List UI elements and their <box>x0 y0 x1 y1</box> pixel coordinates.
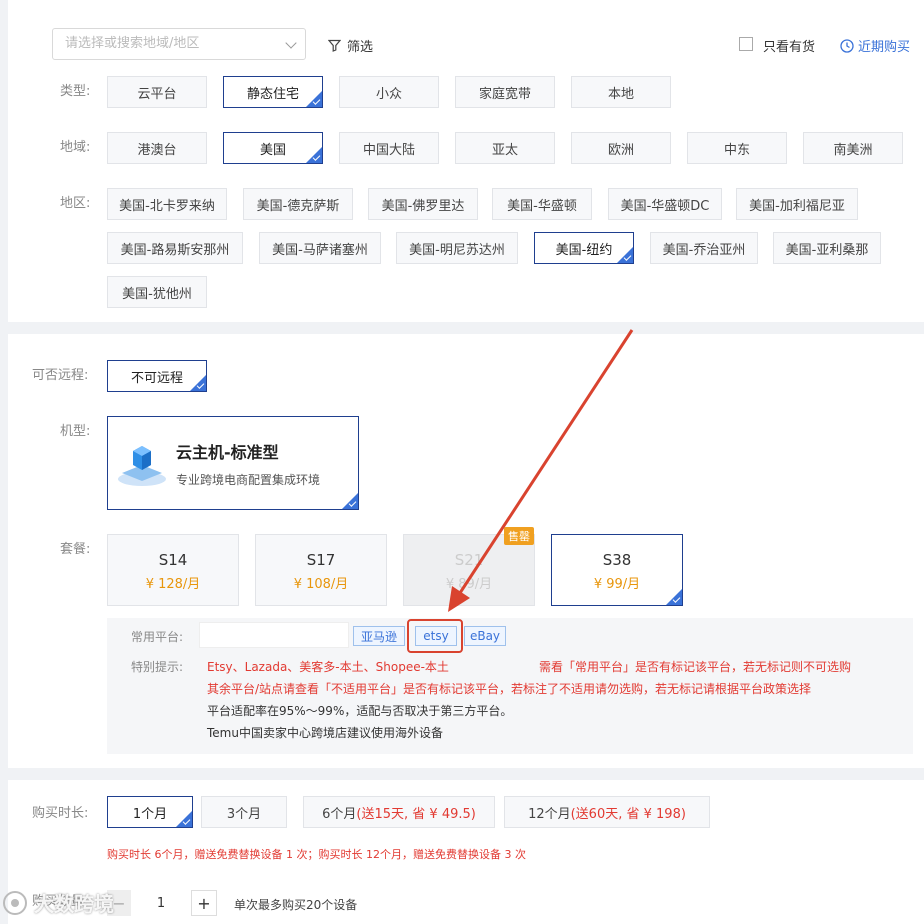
area-option[interactable]: 美国-加利福尼亚 <box>736 188 858 220</box>
quantity-input[interactable]: 1 <box>133 890 189 916</box>
type-option[interactable]: 本地 <box>571 76 671 108</box>
plan-card[interactable]: S17 ¥ 108/月 <box>255 534 387 606</box>
platform-tag-amazon[interactable]: 亚马逊 <box>353 626 405 646</box>
duration-bonus: (送60天, 省 ¥ 198) <box>570 806 686 822</box>
plan-card[interactable]: S38 ¥ 99/月 <box>551 534 683 606</box>
plan-price: ¥ 89/月 <box>445 577 493 592</box>
duration-text: 6个月 <box>322 806 357 822</box>
tip-line3: 平台适配率在95%～99%，适配与否取决于第三方平台。 <box>207 704 513 718</box>
area-option[interactable]: 美国-亚利桑那 <box>773 232 881 264</box>
clock-icon <box>840 38 854 53</box>
platform-field <box>199 622 349 648</box>
area-option[interactable]: 美国-佛罗里达 <box>368 188 478 220</box>
watermark-text: 大数跨境 <box>34 892 114 916</box>
recent-label: 近期购买 <box>858 40 911 55</box>
tip-label: 特别提示: <box>131 660 184 674</box>
quantity-hint: 单次最多购买20个设备 <box>234 898 358 912</box>
region-search-select[interactable]: 请选择或搜索地域/地区 <box>52 28 306 60</box>
in-stock-checkbox[interactable] <box>739 37 753 51</box>
duration-label: 购买时长: <box>32 806 89 821</box>
type-option[interactable]: 小众 <box>339 76 439 108</box>
area-option[interactable]: 美国-明尼苏达州 <box>396 232 518 264</box>
plan-price: ¥ 99/月 <box>593 577 641 592</box>
region-label: 地域: <box>60 140 91 155</box>
region-option[interactable]: 南美洲 <box>803 132 903 164</box>
remote-label: 可否远程: <box>32 368 89 383</box>
search-placeholder: 请选择或搜索地域/地区 <box>65 36 200 51</box>
watermark: 大数跨境 <box>2 888 114 917</box>
region-option[interactable]: 亚太 <box>455 132 555 164</box>
region-option[interactable]: 中国大陆 <box>339 132 439 164</box>
area-option[interactable]: 美国-北卡罗来纳 <box>107 188 227 220</box>
duration-option[interactable]: 12个月 (送60天, 省 ¥ 198) <box>504 796 710 828</box>
recent-purchase-link[interactable]: 近期购买 <box>840 36 910 55</box>
tip-line4: Temu中国卖家中心跨境店建议使用海外设备 <box>207 726 443 740</box>
model-card[interactable]: 云主机-标准型 专业跨境电商配置集成环境 <box>107 416 359 510</box>
in-stock-label: 只看有货 <box>763 40 816 55</box>
area-option[interactable]: 美国-华盛顿 <box>492 188 592 220</box>
duration-text: 3个月 <box>226 806 262 822</box>
duration-bonus: (送15天, 省 ¥ 49.5) <box>356 806 476 822</box>
area-label: 地区: <box>60 196 91 211</box>
purchase-panel: 购买时长: 1个月 3个月 6个月 (送15天, 省 ¥ 49.5) 12个月 (送60天… <box>8 780 924 924</box>
type-option[interactable]: 云平台 <box>107 76 207 108</box>
plan-code: S21 <box>454 551 484 569</box>
region-option[interactable]: 欧洲 <box>571 132 671 164</box>
remote-option[interactable]: 不可远程 <box>107 360 207 392</box>
area-option[interactable]: 美国-路易斯安那州 <box>107 232 243 264</box>
plan-code: S17 <box>306 551 336 569</box>
duration-text: 12个月 <box>528 806 571 822</box>
funnel-icon <box>328 39 341 52</box>
location-panel: 请选择或搜索地域/地区 筛选 只看有货 近期购买 类型: 云平台 静态住宅 小众 家庭… <box>8 0 924 322</box>
duration-option[interactable]: 6个月 (送15天, 省 ¥ 49.5) <box>303 796 495 828</box>
filter-button[interactable]: 筛选 <box>328 36 373 55</box>
area-option[interactable]: 美国-乔治亚州 <box>650 232 758 264</box>
watermark-logo-icon <box>3 890 27 915</box>
tip-line2: 其余平台/站点请查看「不适用平台」是否有标记该平台，若标注了不适用请勿选购，若无… <box>207 682 812 696</box>
duration-option[interactable]: 3个月 <box>201 796 287 828</box>
model-label: 机型: <box>60 424 91 439</box>
region-option[interactable]: 中东 <box>687 132 787 164</box>
duration-note: 购买时长 6个月，赠送免费替换设备 1 次；购买时长 12个月，赠送免费替换设备… <box>107 848 526 861</box>
model-desc: 专业跨境电商配置集成环境 <box>176 472 321 487</box>
quantity-plus-button[interactable]: + <box>191 890 217 916</box>
platform-box: 常用平台: 亚马逊 etsy eBay 特别提示: Etsy、Lazada、美客… <box>107 618 913 754</box>
area-option[interactable]: 美国-犹他州 <box>107 276 207 308</box>
plan-code: S38 <box>602 551 632 569</box>
region-option[interactable]: 美国 <box>223 132 323 164</box>
platform-tag-ebay[interactable]: eBay <box>464 626 506 646</box>
plan-code: S14 <box>158 551 188 569</box>
chevron-down-icon <box>285 37 297 49</box>
plan-price: ¥ 108/月 <box>293 577 349 592</box>
plan-label: 套餐: <box>60 542 91 557</box>
type-option[interactable]: 静态住宅 <box>223 76 323 108</box>
plan-card[interactable]: S14 ¥ 128/月 <box>107 534 239 606</box>
cloud-server-icon <box>118 446 166 486</box>
plan-card: S21 ¥ 89/月 售罄 <box>403 527 535 606</box>
region-option[interactable]: 港澳台 <box>107 132 207 164</box>
sold-out-badge: 售罄 <box>504 527 534 545</box>
type-label: 类型: <box>60 84 91 99</box>
tip-line1-red: Etsy、Lazada、美客多-本土、Shopee-本土 <box>207 660 449 674</box>
area-option[interactable]: 美国-纽约 <box>534 232 634 264</box>
area-option[interactable]: 美国-华盛顿DC <box>608 188 722 220</box>
type-option[interactable]: 家庭宽带 <box>455 76 555 108</box>
area-option[interactable]: 美国-德克萨斯 <box>243 188 353 220</box>
tip-line1-red2: 需看「常用平台」是否有标记该平台，若无标记则不可选购 <box>539 660 852 674</box>
annotation-highlight-box <box>407 619 463 653</box>
model-title: 云主机-标准型 <box>176 442 279 462</box>
duration-option[interactable]: 1个月 <box>107 796 193 828</box>
platform-label: 常用平台: <box>131 630 184 644</box>
duration-text: 1个月 <box>132 806 168 822</box>
plan-price: ¥ 128/月 <box>145 577 201 592</box>
device-panel: 可否远程: 不可远程 机型: 云主机-标准型 专业跨境电商配置集成环境 套餐: … <box>8 334 924 768</box>
area-option[interactable]: 美国-马萨诸塞州 <box>259 232 381 264</box>
filter-label: 筛选 <box>347 40 374 55</box>
